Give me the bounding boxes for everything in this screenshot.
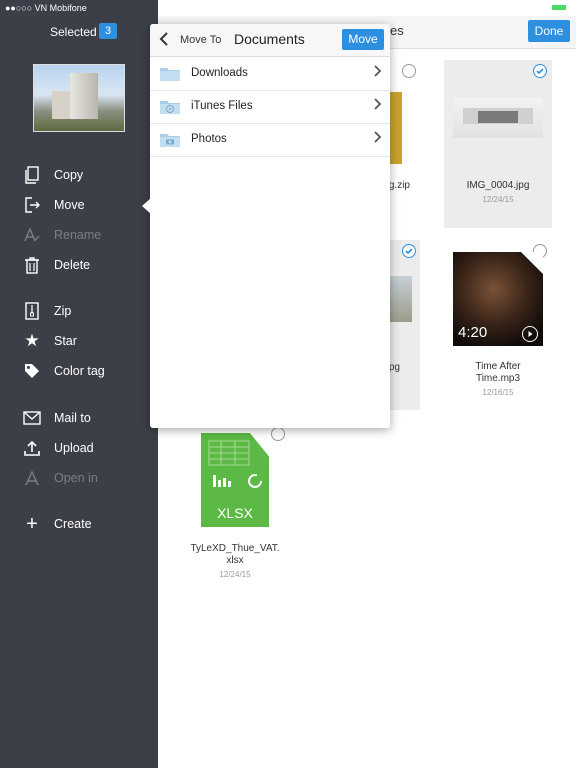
selection-preview-thumbnail xyxy=(33,64,125,132)
move-icon xyxy=(22,195,42,215)
file-tile[interactable]: IMG_0004.jpg 12/24/15 xyxy=(443,60,553,228)
rename-action[interactable]: Rename xyxy=(22,224,101,246)
selection-check[interactable] xyxy=(402,244,416,258)
file-tile[interactable]: XLSX TyLeXD_Thue_VAT. xlsx 12/24/15 xyxy=(180,425,290,585)
location-icon: ➤ xyxy=(517,3,525,13)
open-in-icon xyxy=(22,468,42,488)
folder-row-itunes-files[interactable]: iTunes Files xyxy=(150,90,390,124)
move-button[interactable]: Move xyxy=(342,29,384,50)
upload-icon xyxy=(22,438,42,458)
chevron-right-icon xyxy=(374,131,382,146)
mail-icon xyxy=(22,408,42,428)
selection-radio[interactable] xyxy=(271,427,285,441)
selection-radio[interactable] xyxy=(402,64,416,78)
page-title-fragment: es xyxy=(390,23,404,38)
image-thumbnail xyxy=(453,98,543,138)
itunes-folder-icon xyxy=(159,98,181,120)
back-chevron-icon[interactable] xyxy=(159,32,169,49)
trash-icon xyxy=(22,255,42,275)
zip-icon xyxy=(22,301,42,321)
create-action[interactable]: + Create xyxy=(22,513,91,535)
move-action[interactable]: Move xyxy=(22,194,85,216)
selected-label: Selected xyxy=(50,25,97,39)
status-bar: ●●○○○ VN Mobifone 7:20 PM ➤ 87% xyxy=(0,0,576,16)
chevron-right-icon xyxy=(374,98,382,113)
clock: 7:20 PM xyxy=(270,3,305,13)
status-right: ➤ 87% xyxy=(517,3,570,14)
xlsx-badge: XLSX xyxy=(217,505,253,521)
move-to-popover: Move To Documents Move Downloads iTunes … xyxy=(150,24,390,428)
delete-action[interactable]: Delete xyxy=(22,254,90,276)
file-tile[interactable]: 4:20 Time After Time.mp3 12/16/15 xyxy=(443,240,553,410)
track-duration: 4:20 xyxy=(458,324,488,341)
chevron-right-icon xyxy=(374,65,382,80)
xlsx-file-icon: XLSX xyxy=(201,433,269,527)
current-folder-title: Documents xyxy=(234,31,305,47)
zip-action[interactable]: Zip xyxy=(22,300,71,322)
star-action[interactable]: ★ Star xyxy=(22,330,77,352)
open-in-action[interactable]: Open in xyxy=(22,467,98,489)
upload-action[interactable]: Upload xyxy=(22,437,94,459)
folder-row-photos[interactable]: Photos xyxy=(150,123,390,157)
popover-arrow xyxy=(142,198,151,214)
battery-icon xyxy=(550,3,570,12)
play-icon[interactable] xyxy=(522,326,538,342)
move-to-back-label[interactable]: Move To xyxy=(180,34,221,46)
action-sidebar: Selected 3 Copy Move Rename Delete Zip ★ xyxy=(0,0,158,768)
popover-header: Move To Documents Move xyxy=(150,24,390,57)
folder-row-downloads[interactable]: Downloads xyxy=(150,57,390,91)
folder-icon xyxy=(159,65,181,87)
battery-percent: 87% xyxy=(527,3,546,13)
copy-icon xyxy=(22,165,42,185)
selected-count-badge: 3 xyxy=(99,23,117,39)
plus-icon: + xyxy=(26,513,38,535)
tag-icon xyxy=(22,361,42,381)
done-button[interactable]: Done xyxy=(528,20,570,42)
copy-action[interactable]: Copy xyxy=(22,164,83,186)
album-art-thumbnail: 4:20 xyxy=(453,252,543,346)
rename-icon xyxy=(22,225,42,245)
camera-folder-icon xyxy=(159,131,181,153)
selection-check[interactable] xyxy=(533,64,547,78)
color-tag-action[interactable]: Color tag xyxy=(22,360,105,382)
star-icon: ★ xyxy=(24,331,40,350)
mail-to-action[interactable]: Mail to xyxy=(22,407,91,429)
